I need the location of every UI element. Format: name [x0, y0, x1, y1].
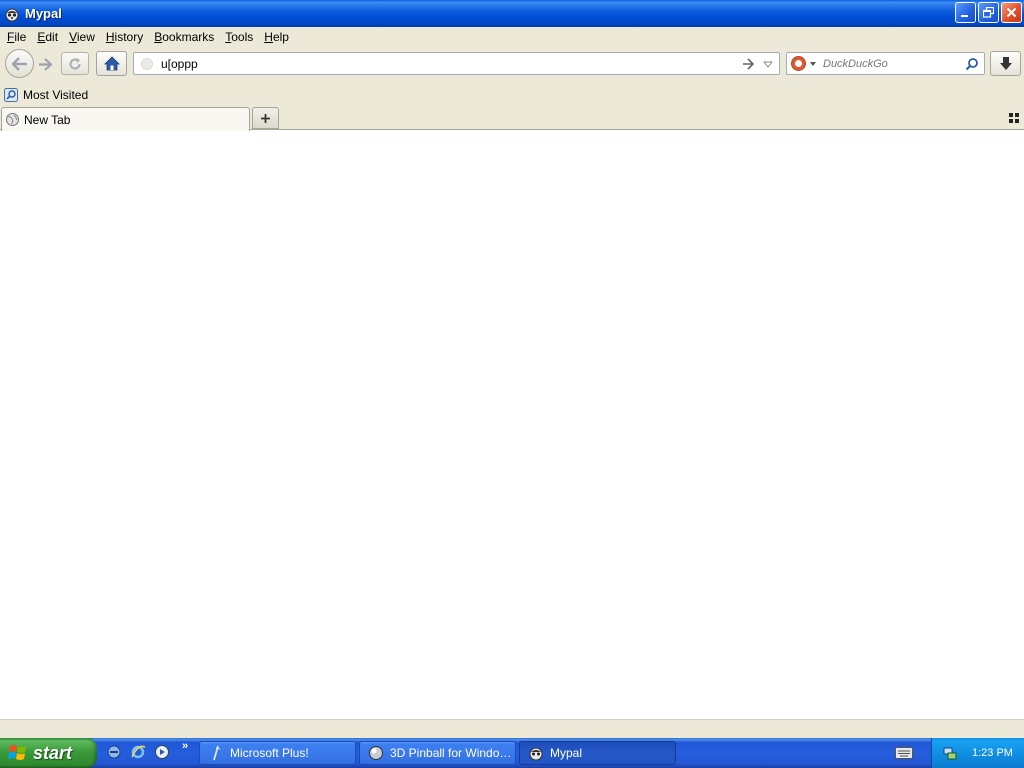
mypal-app-icon [5, 8, 19, 21]
forward-arrow-icon [39, 57, 52, 71]
tab-new-tab[interactable]: New Tab [1, 107, 250, 131]
bookmarks-toolbar: Most Visited [0, 84, 1024, 106]
home-button[interactable] [96, 51, 127, 76]
page-content[interactable] [0, 131, 1024, 719]
plus-icon [261, 113, 270, 123]
menu-help[interactable]: Help [259, 30, 294, 44]
quicklaunch-ie-alt-icon[interactable] [105, 743, 123, 761]
taskbar-button-3d-pinball[interactable]: 3D Pinball for Window... [359, 741, 516, 765]
quick-launch [105, 743, 171, 761]
window-titlebar[interactable]: Mypal [0, 0, 1024, 27]
windows-logo-icon [8, 745, 26, 760]
menu-view[interactable]: View [64, 30, 100, 44]
list-all-tabs-icon[interactable] [1009, 113, 1019, 123]
clock[interactable]: 1:23 PM [972, 747, 1013, 759]
network-icon[interactable] [942, 745, 958, 761]
quicklaunch-media-player-icon[interactable] [153, 743, 171, 761]
window-title: Mypal [25, 6, 62, 21]
keyboard-icon[interactable] [895, 747, 913, 759]
navigation-toolbar [0, 46, 1024, 84]
restore-icon [983, 7, 994, 18]
start-button[interactable]: start [0, 738, 97, 768]
minimize-icon [961, 15, 968, 17]
downloads-button[interactable] [990, 51, 1021, 76]
tab-label: New Tab [24, 112, 71, 127]
restore-button[interactable] [978, 2, 999, 23]
quicklaunch-ie-icon[interactable] [129, 743, 147, 761]
site-identity-icon[interactable] [141, 57, 153, 70]
system-tray: 1:23 PM [931, 738, 1024, 768]
pinball-icon [369, 746, 383, 760]
menu-bookmarks[interactable]: Bookmarks [149, 30, 219, 44]
taskbar-button-mypal[interactable]: Mypal [519, 741, 676, 765]
taskbar-button-microsoft-plus[interactable]: Microsoft Plus! [199, 741, 356, 765]
quicklaunch-chevron-icon[interactable]: » [182, 740, 188, 752]
search-engine-selector[interactable] [791, 56, 816, 71]
window-controls [955, 2, 1022, 23]
close-button[interactable] [1001, 2, 1022, 23]
bookmark-most-visited[interactable]: Most Visited [4, 88, 88, 102]
start-label: start [33, 742, 73, 763]
media-player-icon [155, 745, 169, 759]
chevron-down-icon [810, 61, 816, 66]
back-arrow-icon [11, 56, 27, 71]
search-icon[interactable] [965, 57, 979, 71]
go-arrow-icon[interactable] [741, 57, 755, 71]
browser-icon [107, 745, 121, 759]
bookmark-label: Most Visited [23, 88, 89, 102]
most-visited-icon [4, 88, 18, 102]
search-bar[interactable] [786, 52, 985, 75]
menu-edit[interactable]: Edit [32, 30, 63, 44]
url-input[interactable] [161, 56, 731, 71]
menu-file[interactable]: File [2, 30, 31, 44]
duckduckgo-icon [791, 56, 806, 71]
download-arrow-icon [999, 57, 1012, 70]
mypal-icon [529, 747, 543, 761]
forward-button[interactable] [34, 55, 56, 73]
new-tab-button[interactable] [252, 107, 279, 129]
globe-icon [6, 113, 19, 126]
menu-tools[interactable]: Tools [220, 30, 258, 44]
status-bar [0, 719, 1024, 738]
minimize-button[interactable] [955, 2, 976, 23]
tab-strip: New Tab [0, 106, 1024, 131]
internet-explorer-icon [131, 745, 146, 759]
reload-button[interactable] [61, 52, 89, 75]
search-input[interactable] [823, 57, 963, 70]
taskbar: start » Microsoft Plus! 3D Pinball for W… [0, 738, 1024, 768]
plus-icon [213, 745, 221, 761]
menu-history[interactable]: History [101, 30, 148, 44]
url-dropdown-icon[interactable] [763, 59, 773, 69]
back-button[interactable] [5, 49, 34, 78]
menu-bar: File Edit View History Bookmarks Tools H… [0, 27, 1024, 46]
url-bar[interactable] [133, 52, 780, 75]
reload-icon [69, 57, 81, 70]
close-icon [1006, 7, 1017, 18]
home-icon [103, 56, 120, 71]
